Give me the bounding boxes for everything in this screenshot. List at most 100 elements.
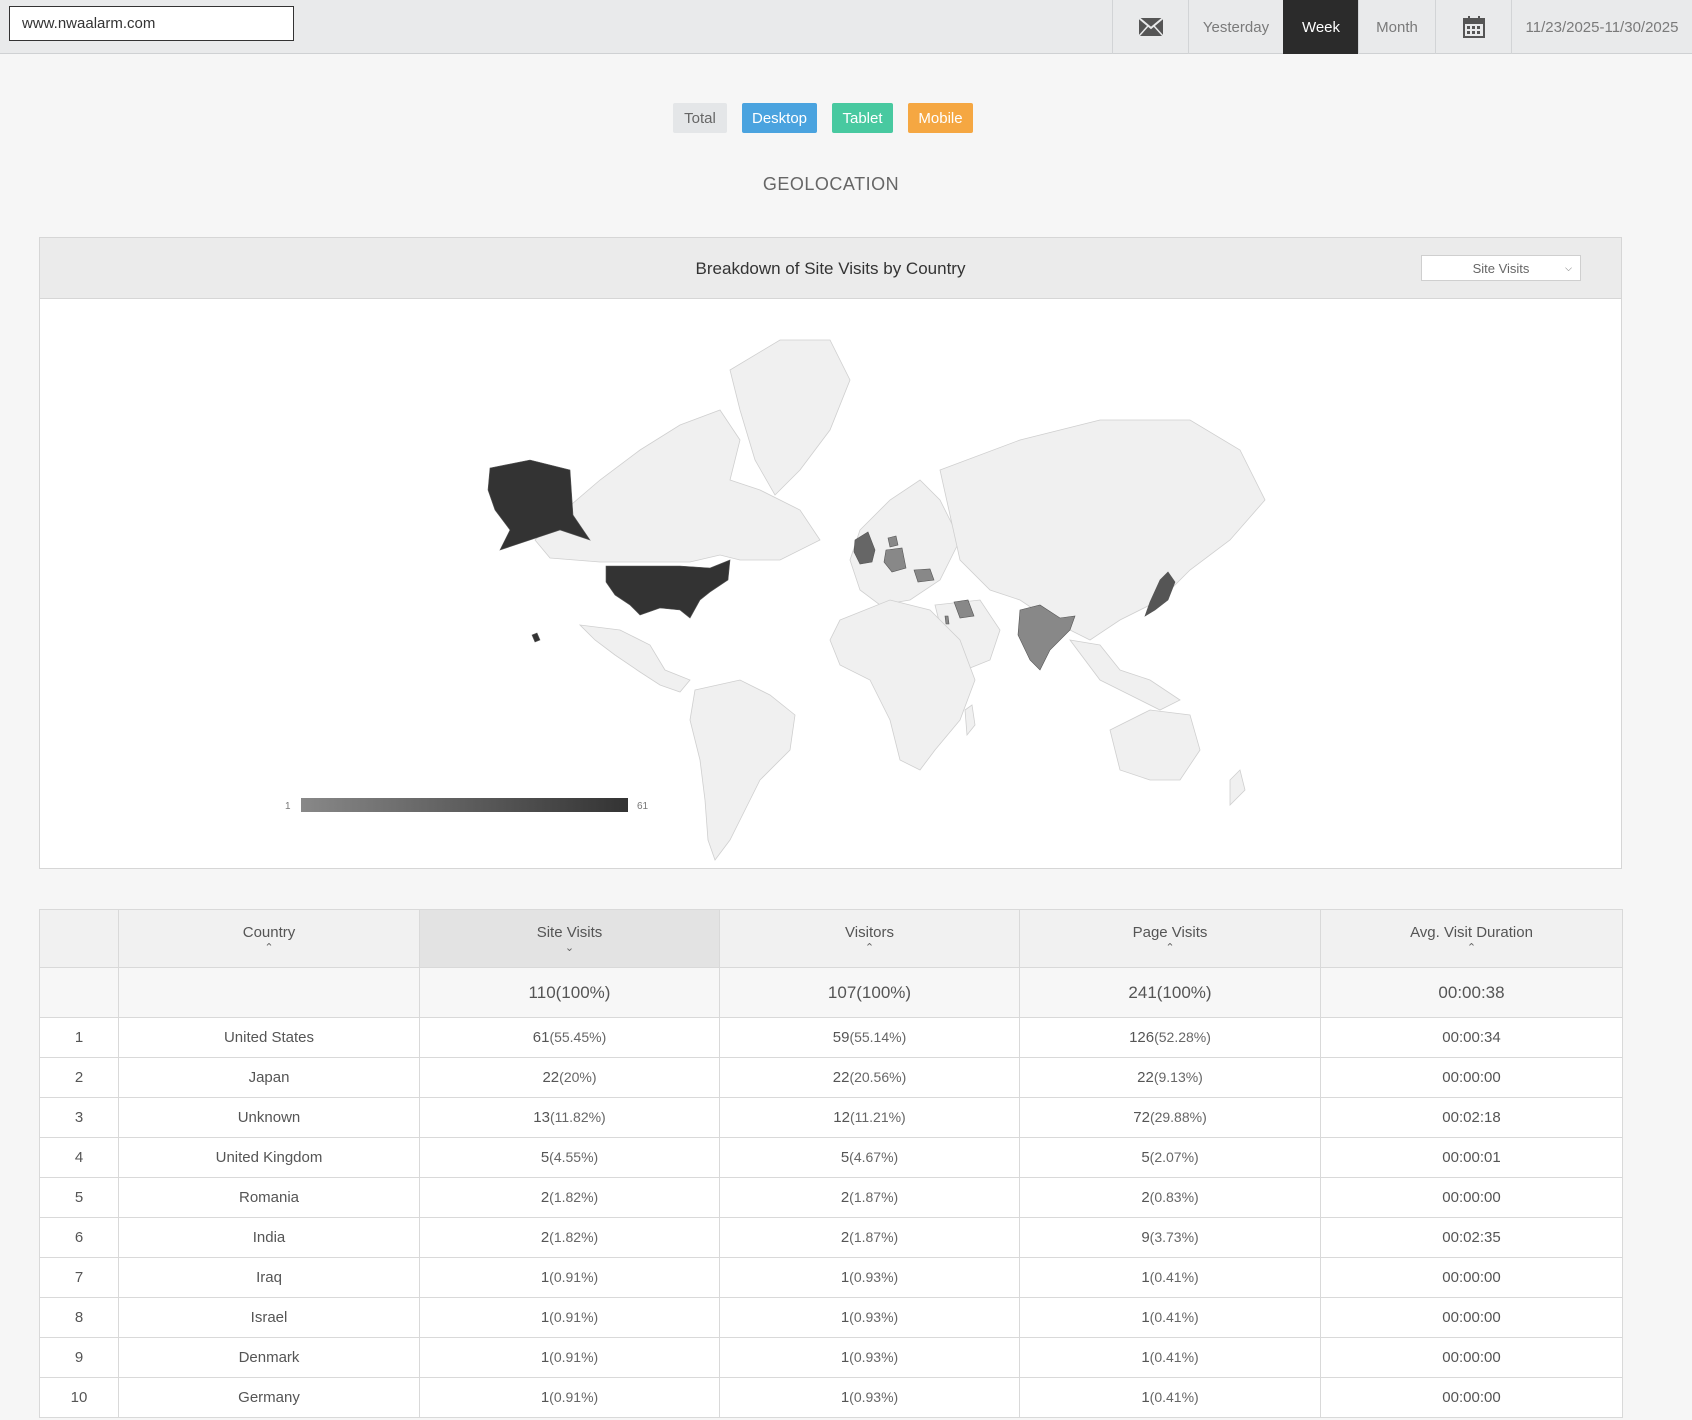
page-visits-value: 9 — [1141, 1229, 1150, 1246]
col-rank-header — [39, 909, 119, 968]
date-range-label: 11/23/2025-11/30/2025 — [1525, 18, 1679, 36]
map-greenland — [729, 339, 851, 496]
site-visits-pct: (0.91%) — [549, 1349, 599, 1365]
visitors-cell: 12(11.21%) — [719, 1097, 1020, 1138]
table-row[interactable]: 2 Japan 22(20%) 22(20.56%) 22(9.13%) 00:00:00 — [39, 1057, 1623, 1098]
page-visits-pct: (29.88%) — [1149, 1109, 1207, 1125]
col-country-header[interactable]: Country ⌃ — [118, 909, 420, 968]
site-visits-cell: 1(0.91%) — [419, 1337, 720, 1378]
col-country-label: Country — [242, 924, 296, 941]
site-visits-value: 2 — [540, 1189, 550, 1206]
page-visits-value: 2 — [1141, 1189, 1150, 1206]
page-visits-value: 1 — [1141, 1349, 1150, 1366]
visitors-value: 2 — [840, 1189, 850, 1206]
table-row[interactable]: 6 India 2(1.82%) 2(1.87%) 9(3.73%) 00:02:35 — [39, 1217, 1623, 1258]
section-title: GEOLOCATION — [762, 174, 900, 194]
sort-up-icon: ⌃ — [264, 942, 274, 954]
visitors-pct: (0.93%) — [849, 1349, 899, 1365]
world-map-svg — [487, 339, 1266, 861]
page-visits-pct: (52.28%) — [1154, 1029, 1211, 1045]
duration-cell: 00:00:34 — [1320, 1017, 1623, 1058]
country-cell: Japan — [118, 1057, 420, 1098]
site-visits-value: 1 — [540, 1349, 550, 1366]
site-visits-cell: 1(0.91%) — [419, 1297, 720, 1338]
table-row[interactable]: 5 Romania 2(1.82%) 2(1.87%) 2(0.83%) 00:00:00 — [39, 1177, 1623, 1218]
rank-cell: 2 — [39, 1057, 119, 1098]
country-cell: Germany — [118, 1377, 420, 1418]
rank-cell: 3 — [39, 1097, 119, 1138]
metric-select[interactable]: Site Visits ⌵ — [1421, 255, 1581, 281]
legend-min-label: 1 — [285, 801, 291, 812]
page-visits-value: 22 — [1137, 1069, 1154, 1086]
map-color-scale — [301, 798, 628, 812]
col-visitors-header[interactable]: Visitors ⌃ — [719, 909, 1020, 968]
table-row[interactable]: 9 Denmark 1(0.91%) 1(0.93%) 1(0.41%) 00:00:00 — [39, 1337, 1623, 1378]
email-report-button[interactable] — [1112, 0, 1188, 54]
totals-country-cell — [118, 967, 420, 1018]
page-visits-pct: (0.41%) — [1149, 1349, 1199, 1365]
site-visits-pct: (1.82%) — [549, 1229, 599, 1245]
visitors-value: 22 — [832, 1069, 850, 1086]
sort-up-icon: ⌃ — [1165, 942, 1175, 954]
visitors-cell: 22(20.56%) — [719, 1057, 1020, 1098]
site-visits-pct: (0.91%) — [549, 1269, 599, 1285]
table-row[interactable]: 8 Israel 1(0.91%) 1(0.93%) 1(0.41%) 00:00:00 — [39, 1297, 1623, 1338]
visitors-pct: (11.21%) — [849, 1109, 906, 1125]
calendar-button[interactable] — [1435, 0, 1511, 54]
visitors-pct: (0.93%) — [849, 1309, 899, 1325]
visitors-cell: 59(55.14%) — [719, 1017, 1020, 1058]
visitors-cell: 1(0.93%) — [719, 1377, 1020, 1418]
page-visits-cell: 5(2.07%) — [1019, 1137, 1321, 1178]
page-visits-pct: (3.73%) — [1149, 1229, 1199, 1245]
page-visits-value: 126 — [1129, 1029, 1155, 1046]
duration-cell: 00:00:00 — [1320, 1377, 1623, 1418]
map-hawaii — [531, 632, 541, 643]
visitors-pct: (4.67%) — [849, 1149, 899, 1165]
filter-desktop-button[interactable]: Desktop — [742, 103, 817, 133]
range-month-button[interactable]: Month — [1358, 0, 1435, 54]
visitors-value: 1 — [840, 1309, 850, 1326]
rank-cell: 8 — [39, 1297, 119, 1338]
range-yesterday-label: Yesterday — [1202, 18, 1270, 36]
world-map[interactable]: 1 61 — [40, 300, 1621, 869]
page-visits-value: 1 — [1141, 1389, 1150, 1406]
filter-mobile-button[interactable]: Mobile — [908, 103, 973, 133]
site-selector-input[interactable] — [9, 6, 294, 41]
page-visits-cell: 1(0.41%) — [1019, 1337, 1321, 1378]
metric-select-value: Site Visits — [1472, 260, 1530, 276]
visitors-pct: (0.93%) — [849, 1269, 899, 1285]
range-yesterday-button[interactable]: Yesterday — [1188, 0, 1283, 54]
table-row[interactable]: 7 Iraq 1(0.91%) 1(0.93%) 1(0.41%) 00:00:00 — [39, 1257, 1623, 1298]
map-new-zealand — [1229, 769, 1246, 806]
filter-total-button[interactable]: Total — [673, 103, 727, 133]
table-row[interactable]: 4 United Kingdom 5(4.55%) 5(4.67%) 5(2.07%) 0… — [39, 1137, 1623, 1178]
page-visits-cell: 1(0.41%) — [1019, 1377, 1321, 1418]
table-row[interactable]: 10 Germany 1(0.91%) 1(0.93%) 1(0.41%) 00:00:0… — [39, 1377, 1623, 1418]
duration-cell: 00:00:01 — [1320, 1137, 1623, 1178]
filter-tablet-button[interactable]: Tablet — [832, 103, 893, 133]
page-visits-cell: 22(9.13%) — [1019, 1057, 1321, 1098]
site-visits-value: 22 — [542, 1069, 560, 1086]
page-visits-pct: (0.41%) — [1149, 1389, 1199, 1405]
site-visits-cell: 1(0.91%) — [419, 1377, 720, 1418]
visitors-value: 1 — [840, 1389, 850, 1406]
table-row[interactable]: 1 United States 61(55.45%) 59(55.14%) 126(52… — [39, 1017, 1623, 1058]
map-madagascar — [964, 704, 976, 737]
rank-cell: 4 — [39, 1137, 119, 1178]
date-range-display[interactable]: 11/23/2025-11/30/2025 — [1511, 0, 1692, 54]
table-row[interactable]: 3 Unknown 13(11.82%) 12(11.21%) 72(29.88%) 00… — [39, 1097, 1623, 1138]
totals-rank-cell — [39, 967, 119, 1018]
country-table: Country ⌃ Site Visits ⌄ Visitors ⌃ Page Vis… — [39, 909, 1623, 1418]
rank-cell: 7 — [39, 1257, 119, 1298]
site-visits-cell: 2(1.82%) — [419, 1217, 720, 1258]
totals-page-visits: 241(100%) — [1019, 967, 1321, 1018]
rank-cell: 5 — [39, 1177, 119, 1218]
totals-visitors: 107(100%) — [719, 967, 1020, 1018]
site-visits-cell: 5(4.55%) — [419, 1137, 720, 1178]
col-page-visits-header[interactable]: Page Visits ⌃ — [1019, 909, 1321, 968]
site-visits-cell: 2(1.82%) — [419, 1177, 720, 1218]
col-site-visits-header[interactable]: Site Visits ⌄ — [419, 909, 720, 968]
site-visits-cell: 22(20%) — [419, 1057, 720, 1098]
col-duration-header[interactable]: Avg. Visit Duration ⌃ — [1320, 909, 1623, 968]
range-week-button[interactable]: Week — [1283, 0, 1358, 54]
